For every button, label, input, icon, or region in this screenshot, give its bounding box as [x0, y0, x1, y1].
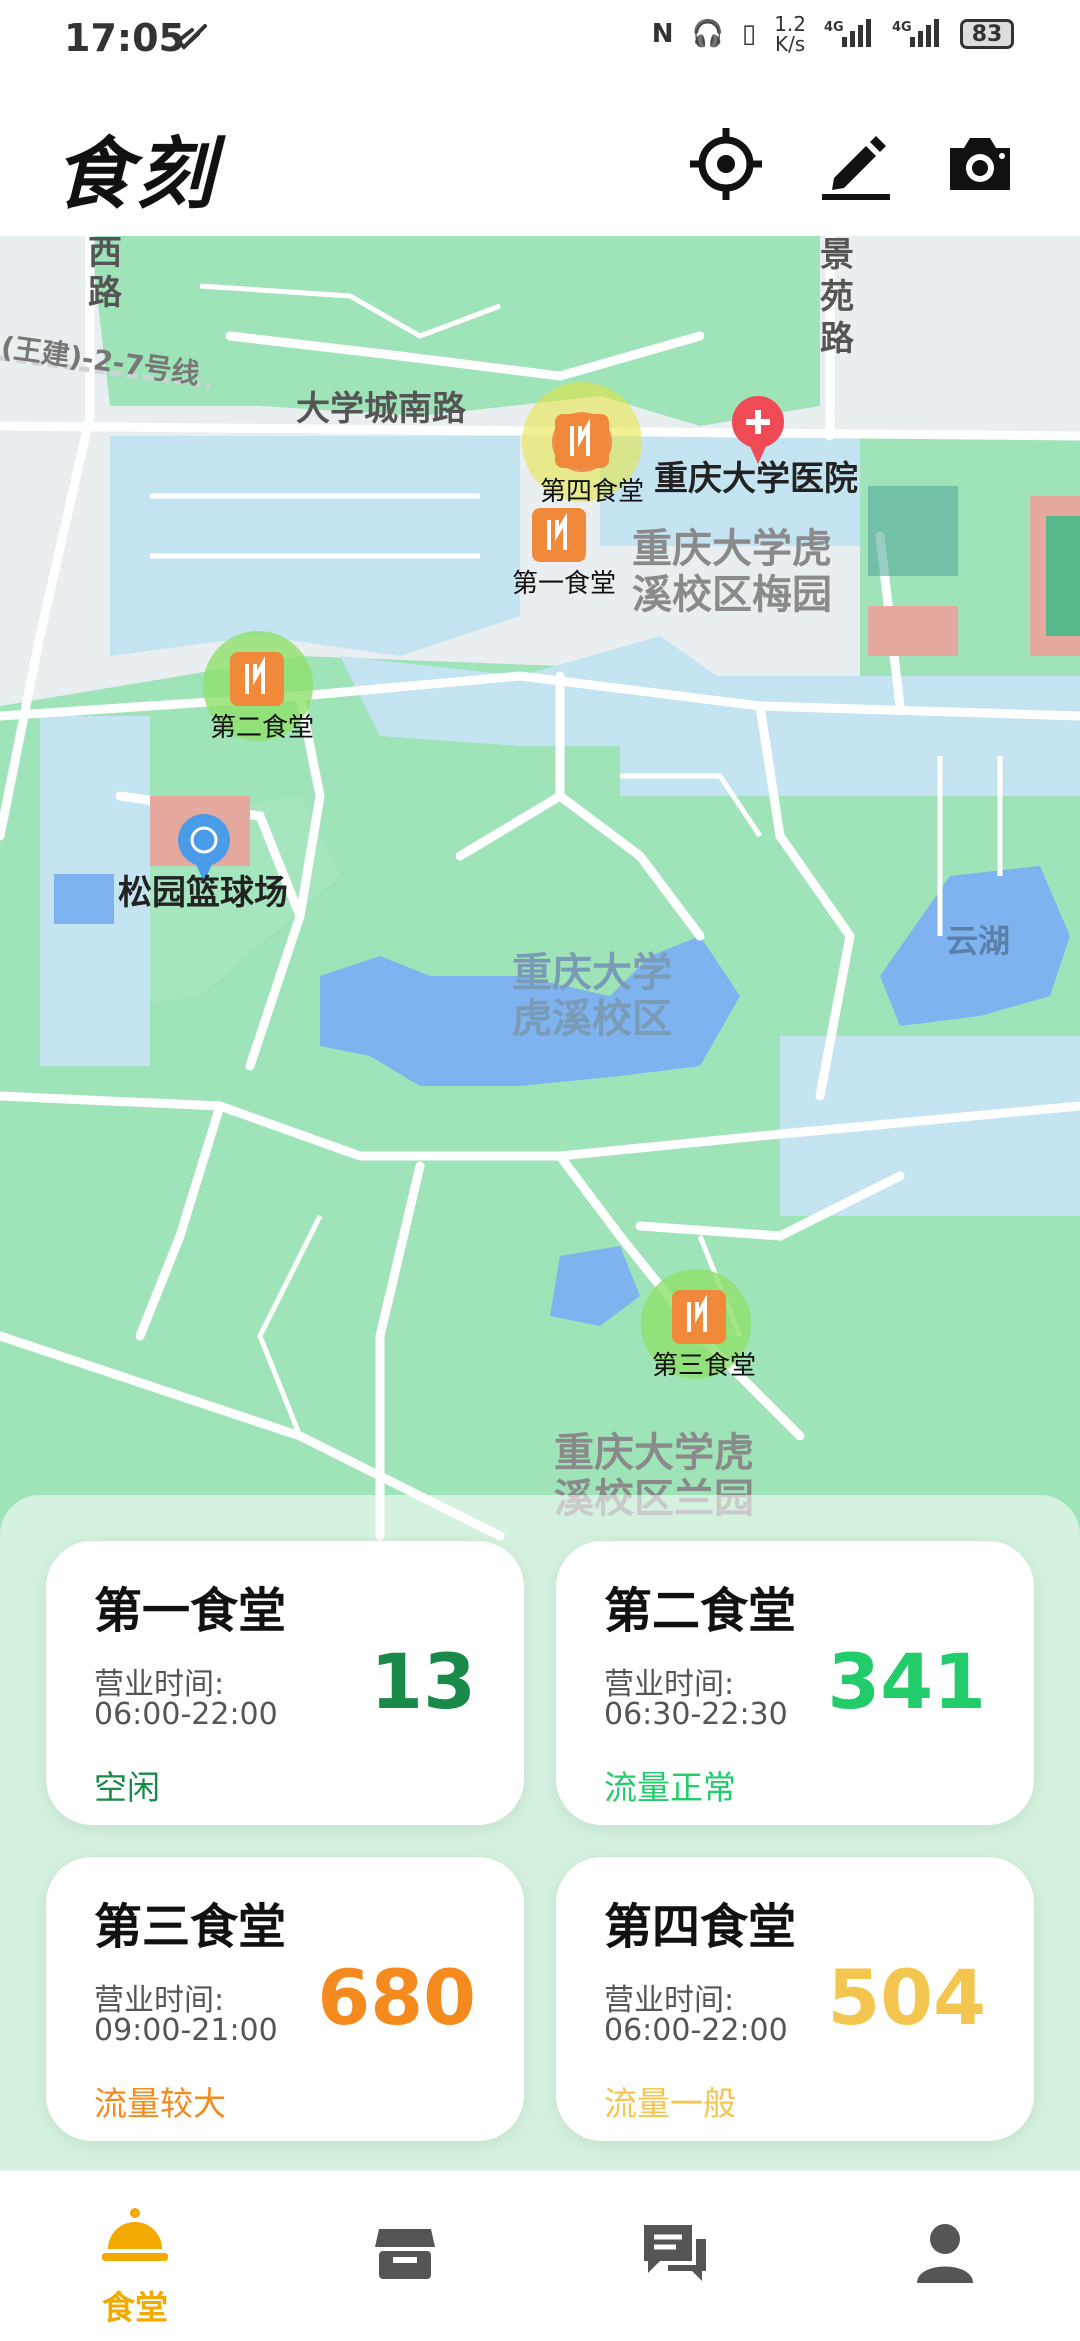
signal-4g-icon-2: 4G: [892, 19, 939, 47]
status-time: 17:05: [64, 16, 185, 60]
canteen-card-4[interactable]: 第四食堂 营业时间: 06:00-22:00 504 流量一般: [556, 1857, 1034, 2141]
people-count: 504: [827, 1953, 986, 2042]
locate-icon[interactable]: [686, 124, 766, 204]
canteen-card-3[interactable]: 第三食堂 营业时间: 09:00-21:00 680 流量较大: [46, 1857, 524, 2141]
opening-hours: 09:00-21:00: [94, 2013, 278, 2048]
tab-store[interactable]: [270, 2171, 540, 2341]
svg-text:重庆大学医院: 重庆大学医院: [654, 459, 858, 499]
svg-text:苑: 苑: [820, 277, 854, 317]
chat-icon: [644, 2225, 706, 2281]
svg-text:路: 路: [820, 319, 855, 359]
canteen-name: 第一食堂: [94, 1583, 287, 1639]
camera-icon[interactable]: [940, 124, 1020, 204]
canteen-name: 第四食堂: [604, 1899, 797, 1955]
svg-text:第一食堂: 第一食堂: [512, 569, 616, 599]
svg-text:重庆大学: 重庆大学: [512, 950, 672, 996]
edit-icon[interactable]: [816, 124, 896, 204]
traffic-status: 流量较大: [94, 2084, 226, 2123]
cloche-icon: [102, 2208, 168, 2261]
opening-hours: 06:00-22:00: [94, 1697, 278, 1732]
svg-text:西: 西: [88, 236, 122, 273]
app-header: 食刻: [0, 80, 1080, 236]
tab-label: 食堂: [102, 2288, 168, 2327]
canteen-cards-panel: 第一食堂 营业时间: 06:00-22:00 13 空闲 第二食堂 营业时间: …: [0, 1495, 1080, 2175]
canteen-card-1[interactable]: 第一食堂 营业时间: 06:00-22:00 13 空闲: [46, 1541, 524, 1825]
opening-hours: 06:00-22:00: [604, 2013, 788, 2048]
people-count: 341: [827, 1637, 986, 1726]
svg-text:大学城南路: 大学城南路: [296, 389, 467, 429]
user-icon: [917, 2224, 973, 2283]
bottom-tab-bar: 食堂: [0, 2170, 1080, 2341]
people-count: 680: [317, 1953, 476, 2042]
vibrate-icon: ▯: [741, 19, 757, 49]
canteen-name: 第二食堂: [604, 1583, 797, 1639]
canteen-card-2[interactable]: 第二食堂 营业时间: 06:30-22:30 341 流量正常: [556, 1541, 1034, 1825]
svg-text:第二食堂: 第二食堂: [210, 713, 314, 743]
svg-text:4G: 4G: [824, 20, 844, 35]
battery-indicator: 83: [960, 19, 1014, 49]
traffic-status: 流量一般: [604, 2084, 736, 2123]
tab-messages[interactable]: [540, 2171, 810, 2341]
svg-text:4G: 4G: [892, 20, 912, 35]
svg-text:云湖: 云湖: [946, 922, 1010, 960]
opening-hours: 06:30-22:30: [604, 1697, 788, 1732]
tab-canteen[interactable]: 食堂: [0, 2171, 270, 2341]
traffic-status: 流量正常: [604, 1768, 736, 1807]
svg-text:松园篮球场: 松园篮球场: [118, 873, 288, 913]
store-icon: [375, 2229, 435, 2279]
signal-4g-icon: 4G: [824, 19, 871, 47]
svg-text:重庆大学虎: 重庆大学虎: [632, 526, 832, 572]
marker-label: 第四食堂: [540, 477, 644, 507]
people-count: 13: [370, 1637, 476, 1726]
svg-text:溪校区梅园: 溪校区梅园: [632, 572, 832, 618]
tab-profile[interactable]: [810, 2171, 1080, 2341]
status-bar: 17:05 N 🎧 ▯ 1.2 K/s 4G 4G 83: [0, 0, 1080, 80]
svg-text:路: 路: [88, 273, 123, 313]
app-title: 食刻: [54, 129, 219, 220]
canteen-name: 第三食堂: [94, 1899, 287, 1955]
svg-text:虎溪校区: 虎溪校区: [512, 996, 672, 1042]
svg-text:重庆大学虎: 重庆大学虎: [554, 1430, 754, 1476]
traffic-status: 空闲: [94, 1768, 160, 1807]
headphones-icon: 🎧: [691, 19, 724, 49]
svg-text:第三食堂: 第三食堂: [652, 1351, 756, 1381]
svg-text:景: 景: [820, 236, 854, 275]
wireless-icon: [173, 24, 207, 50]
network-speed: 1.2 K/s: [774, 12, 806, 56]
nfc-icon: N: [651, 19, 674, 49]
